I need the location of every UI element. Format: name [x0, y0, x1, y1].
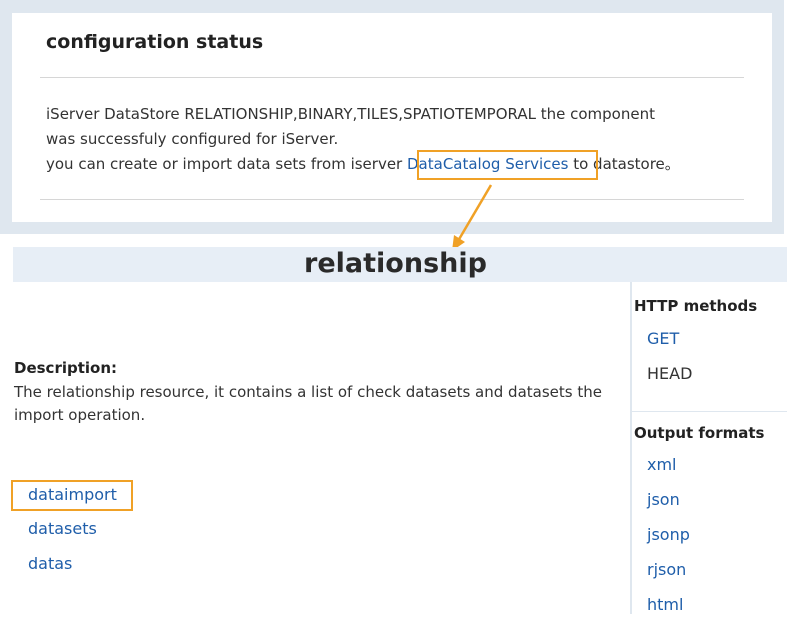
dataimport-highlight-box [11, 480, 133, 511]
description-label: Description: [14, 359, 118, 377]
output-formats-heading: Output formats [634, 424, 765, 442]
child-link-datas[interactable]: datas [28, 554, 72, 573]
http-methods-heading: HTTP methods [634, 297, 758, 315]
format-link-jsonp[interactable]: jsonp [647, 525, 690, 544]
http-method-get[interactable]: GET [647, 329, 679, 348]
sidebar-border [630, 282, 632, 614]
sidebar-divider [632, 411, 787, 412]
format-link-json[interactable]: json [647, 490, 680, 509]
page-title: relationship [304, 248, 487, 279]
child-link-datasets[interactable]: datasets [28, 519, 97, 538]
format-link-xml[interactable]: xml [647, 455, 677, 474]
http-method-head: HEAD [647, 364, 693, 383]
description-text: The relationship resource, it contains a… [14, 383, 602, 424]
format-link-rjson[interactable]: rjson [647, 560, 686, 579]
format-link-html[interactable]: html [647, 595, 683, 614]
